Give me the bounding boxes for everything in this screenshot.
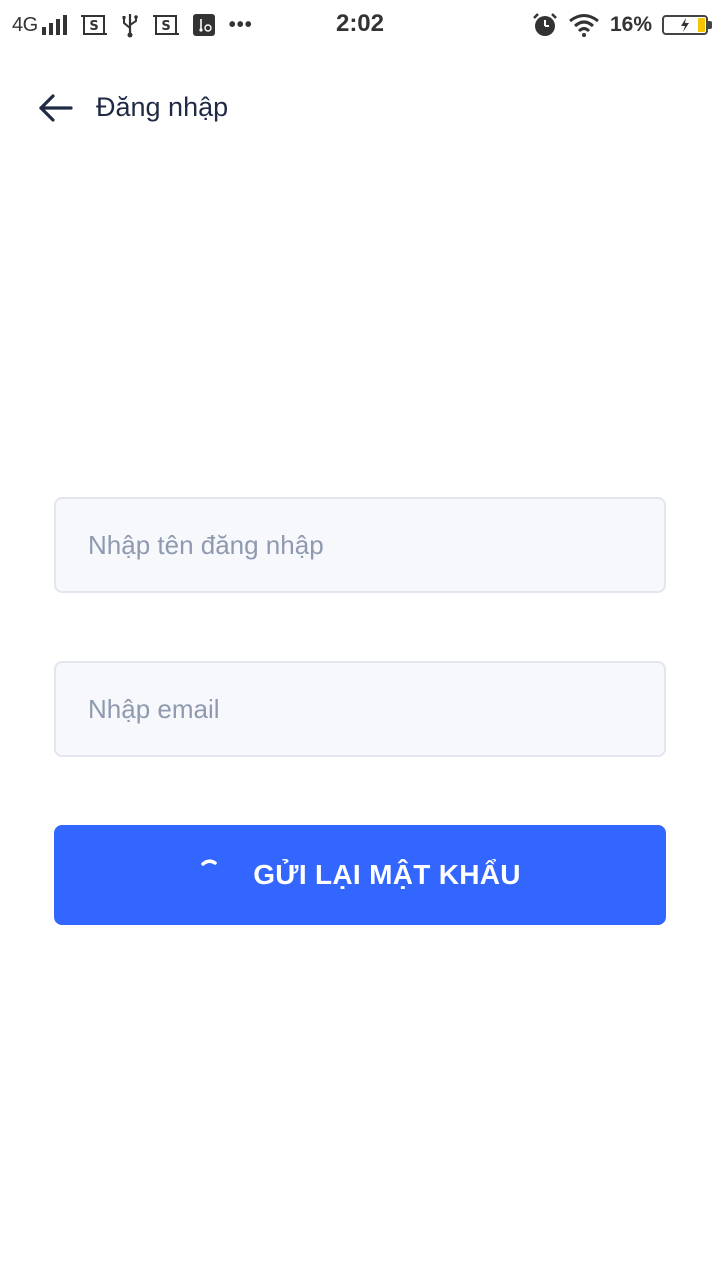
battery-charging-icon bbox=[662, 15, 712, 35]
battery-percent: 16% bbox=[609, 13, 652, 36]
arrow-left-icon bbox=[39, 94, 73, 122]
spinner-icon bbox=[201, 859, 217, 866]
back-button[interactable] bbox=[28, 82, 84, 134]
status-bar: 4G S S ••• 2:02 16% bbox=[0, 0, 720, 50]
alarm-icon bbox=[532, 12, 558, 38]
email-input[interactable] bbox=[54, 661, 666, 757]
screen: 4G S S ••• 2:02 16% Đăng nhập Nhập tên đ… bbox=[0, 0, 720, 1280]
resend-password-button[interactable]: GỬI LẠI MẬT KHẨU bbox=[54, 825, 666, 925]
page-title: Đăng nhập bbox=[96, 92, 229, 122]
battery-fill bbox=[698, 18, 705, 32]
app-header: Đăng nhập bbox=[0, 70, 720, 146]
resend-password-label: GỬI LẠI MẬT KHẨU bbox=[253, 859, 521, 890]
status-bar-right: 16% bbox=[532, 10, 712, 40]
wifi-icon bbox=[568, 13, 600, 37]
username-input[interactable] bbox=[54, 497, 666, 593]
